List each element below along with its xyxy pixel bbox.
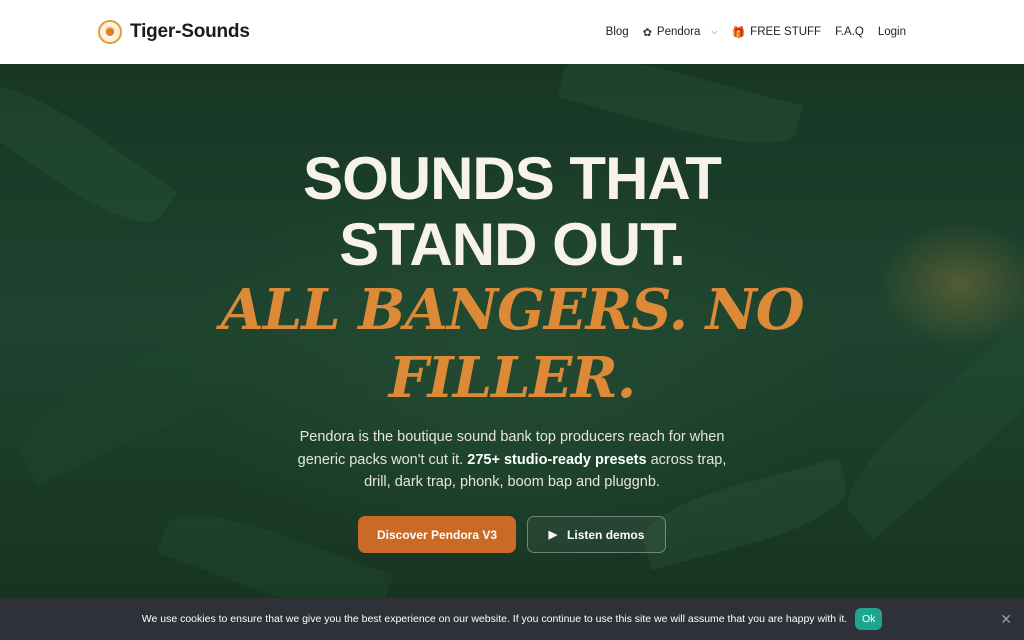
nav-pendora-label: Pendora [656,26,701,38]
discover-pendora-label: Discover Pendora V3 [376,527,498,542]
nav-login-label: Login [877,26,906,38]
nav-blog-label: Blog [605,26,629,38]
nav-free-stuff[interactable]: 🎁 FREE STUFF [731,26,821,39]
hero-headline: SOUNDS THAT STAND OUT. [0,146,1024,278]
accent-line-1: ALL BANGERS. NO [220,277,804,343]
brand-name: Tiger-Sounds [130,21,250,42]
cookie-text: We use cookies to ensure that we give yo… [141,613,848,625]
cookie-banner: We use cookies to ensure that we give yo… [0,598,1024,640]
cookie-ok-button[interactable]: Ok [855,608,883,630]
nav-faq[interactable]: F.A.Q [835,26,864,38]
nav-free-stuff-label: FREE STUFF [750,26,822,38]
hero-section: SOUNDS THAT STAND OUT. ALL BANGERS. NO F… [0,64,1024,640]
discover-pendora-button[interactable]: Discover Pendora V3 [358,516,516,553]
site-header: Tiger-Sounds Blog ✿ Pendora ⌵ 🎁 FREE STU… [0,0,1024,64]
nav-login[interactable]: Login [878,26,906,38]
brand[interactable]: Tiger-Sounds [98,20,250,44]
nav-pendora[interactable]: ✿ Pendora ⌵ [643,26,718,39]
hero-accent-headline: ALL BANGERS. NO FILLER. [0,276,1024,412]
tiger-logo-icon [98,20,122,44]
main-nav: Blog ✿ Pendora ⌵ 🎁 FREE STUFF F.A.Q Logi… [606,26,906,39]
desc-highlight: 275+ studio-ready presets [467,451,647,468]
chevron-down-icon: ⌵ [711,27,718,36]
gift-icon: 🎁 [731,26,746,39]
nav-faq-label: F.A.Q [835,26,864,38]
headline-line-2: STAND OUT. [339,211,686,278]
hero-description: Pendora is the boutique sound bank top p… [287,426,737,494]
headline-line-1: SOUNDS THAT [303,145,722,212]
play-icon: ▶ [548,529,558,541]
accent-line-2: FILLER. [388,345,636,411]
listen-demos-button[interactable]: ▶ Listen demos [527,516,666,553]
leaf-icon: ✿ [642,26,652,39]
listen-demos-label: Listen demos [567,527,645,542]
close-icon[interactable]: ✕ [1000,611,1012,628]
nav-blog[interactable]: Blog [606,26,629,38]
